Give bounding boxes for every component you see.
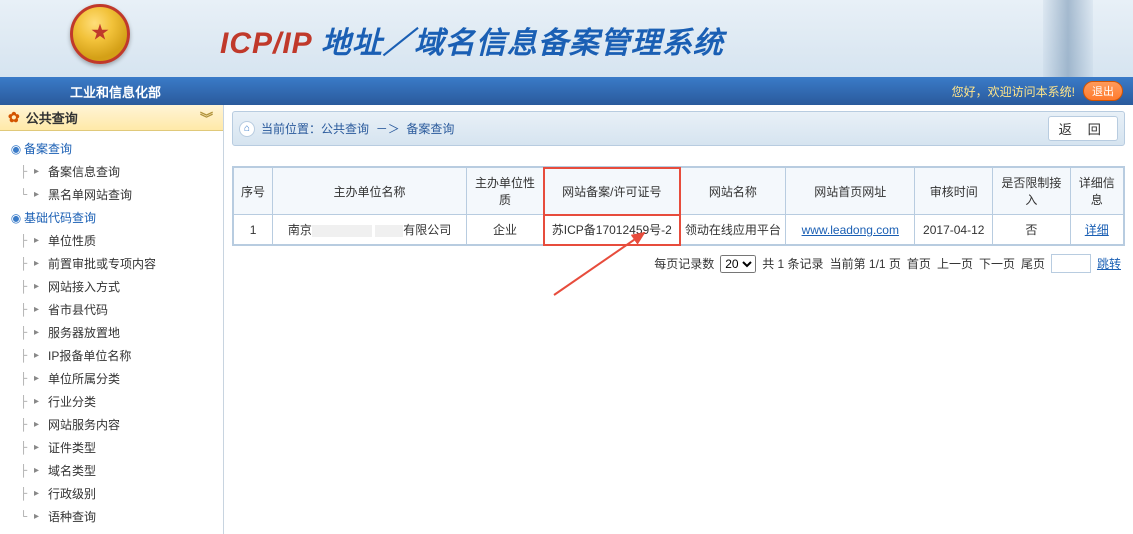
sidebar-item[interactable]: ├▸证件类型 [18, 436, 219, 459]
cell-seq: 1 [234, 215, 273, 245]
sidebar-group-filing-query[interactable]: ◉ 备案查询 [4, 137, 219, 160]
main-content: ⌂ 当前位置：公共查询 －＞ 备案查询 返 回 序号 主办单位名称 主办单位性质… [224, 105, 1133, 534]
cell-nature: 企业 [466, 215, 543, 245]
table-header-row: 序号 主办单位名称 主办单位性质 网站备案/许可证号 网站名称 网站首页网址 审… [234, 168, 1124, 215]
table-row: 1 南京 有限公司 企业 苏ICP备17012459号-2 领动在线应用平台 w… [234, 215, 1124, 245]
header-banner: ICP/IP 地址／域名信息备案管理系统 [0, 0, 1133, 77]
th-org: 主办单位名称 [273, 168, 467, 215]
sidebar-group-label: 基础代码查询 [24, 209, 96, 226]
sidebar-group-base-code[interactable]: ◉ 基础代码查询 [4, 206, 219, 229]
sidebar-item[interactable]: ├▸行政级别 [18, 482, 219, 505]
results-panel: 序号 主办单位名称 主办单位性质 网站备案/许可证号 网站名称 网站首页网址 审… [232, 166, 1125, 246]
welcome-text: 您好，欢迎访问本系统! [952, 83, 1075, 100]
org-name: 工业和信息化部 [70, 82, 161, 101]
pager: 每页记录数 20 共 1 条记录 当前第 1/1 页 首页 上一页 下一页 尾页… [232, 246, 1125, 281]
cell-audit: 2017-04-12 [915, 215, 993, 245]
cell-org: 南京 有限公司 [273, 215, 467, 245]
th-restricted: 是否限制接入 [993, 168, 1070, 215]
emblem-area [20, 4, 180, 64]
th-detail: 详细信息 [1070, 168, 1123, 215]
sidebar-section-header[interactable]: ✿ 公共查询 ︾ [0, 105, 223, 131]
per-page-select[interactable]: 20 [720, 255, 756, 273]
chevron-down-icon: ︾ [200, 108, 213, 127]
decorative-column-icon [1043, 0, 1093, 77]
globe-icon: ◉ [8, 142, 24, 156]
th-seq: 序号 [234, 168, 273, 215]
sidebar-item[interactable]: ├▸省市县代码 [18, 298, 219, 321]
sidebar-item[interactable]: ├▸网站服务内容 [18, 413, 219, 436]
breadcrumb-text: 当前位置：公共查询 －＞ 备案查询 [261, 120, 454, 137]
back-button[interactable]: 返 回 [1048, 116, 1118, 141]
site-url-link[interactable]: www.leadong.com [802, 223, 899, 237]
th-icp: 网站备案/许可证号 [544, 168, 680, 215]
sidebar-tree: ◉ 备案查询 ├▸备案信息查询 └▸黑名单网站查询 ◉ 基础代码查询 ├▸单位性… [0, 131, 223, 534]
th-nature: 主办单位性质 [466, 168, 543, 215]
sidebar-item[interactable]: └▸语种查询 [18, 505, 219, 528]
pager-first[interactable]: 首页 [907, 255, 931, 272]
globe-icon: ◉ [8, 211, 24, 225]
system-title-prefix: ICP/IP [220, 27, 312, 60]
th-site-url: 网站首页网址 [786, 168, 915, 215]
system-title-rest: 地址／域名信息备案管理系统 [312, 27, 724, 60]
sidebar-item[interactable]: ├▸网站接入方式 [18, 275, 219, 298]
breadcrumb: ⌂ 当前位置：公共查询 －＞ 备案查询 返 回 [232, 111, 1125, 146]
cell-detail: 详细 [1070, 215, 1123, 245]
pager-next[interactable]: 下一页 [979, 255, 1015, 272]
pager-goto-link[interactable]: 跳转 [1097, 255, 1121, 272]
pager-goto-input[interactable] [1051, 254, 1091, 273]
sidebar-item[interactable]: ├▸域名类型 [18, 459, 219, 482]
home-icon[interactable]: ⌂ [239, 121, 255, 137]
sidebar-item[interactable]: ├▸IP报备单位名称 [18, 344, 219, 367]
gear-icon: ✿ [8, 109, 20, 126]
censored-text [312, 225, 372, 237]
cell-restricted: 否 [993, 215, 1070, 245]
cell-site-url: www.leadong.com [786, 215, 915, 245]
per-page-label: 每页记录数 [654, 255, 714, 272]
system-title: ICP/IP 地址／域名信息备案管理系统 [220, 18, 724, 62]
exit-button[interactable]: 退出 [1083, 81, 1123, 101]
th-site-name: 网站名称 [680, 168, 786, 215]
national-emblem-icon [70, 4, 130, 64]
sub-header-bar: 工业和信息化部 您好，欢迎访问本系统! 退出 [0, 77, 1133, 105]
sidebar-item[interactable]: ├▸前置审批或专项内容 [18, 252, 219, 275]
pager-prev[interactable]: 上一页 [937, 255, 973, 272]
th-audit: 审核时间 [915, 168, 993, 215]
censored-text [375, 225, 403, 237]
cell-icp: 苏ICP备17012459号-2 [544, 215, 680, 245]
sidebar-section-title: 公共查询 [26, 108, 78, 127]
sidebar-group-label: 备案查询 [24, 140, 72, 157]
pager-last[interactable]: 尾页 [1021, 255, 1045, 272]
results-table: 序号 主办单位名称 主办单位性质 网站备案/许可证号 网站名称 网站首页网址 审… [233, 167, 1124, 245]
sidebar-item[interactable]: ├▸服务器放置地 [18, 321, 219, 344]
sidebar-item[interactable]: ├▸单位所属分类 [18, 367, 219, 390]
page-position: 当前第 1/1 页 [830, 255, 901, 272]
sidebar-item-blacklist[interactable]: └▸黑名单网站查询 [18, 183, 219, 206]
sidebar-item-filing-info[interactable]: ├▸备案信息查询 [18, 160, 219, 183]
sidebar-item[interactable]: ├▸单位性质 [18, 229, 219, 252]
cell-site-name: 领动在线应用平台 [680, 215, 786, 245]
sidebar-item[interactable]: ├▸行业分类 [18, 390, 219, 413]
detail-link[interactable]: 详细 [1085, 223, 1109, 237]
sidebar: ✿ 公共查询 ︾ ◉ 备案查询 ├▸备案信息查询 └▸黑名单网站查询 ◉ 基础代… [0, 105, 224, 534]
total-records: 共 1 条记录 [762, 255, 823, 272]
